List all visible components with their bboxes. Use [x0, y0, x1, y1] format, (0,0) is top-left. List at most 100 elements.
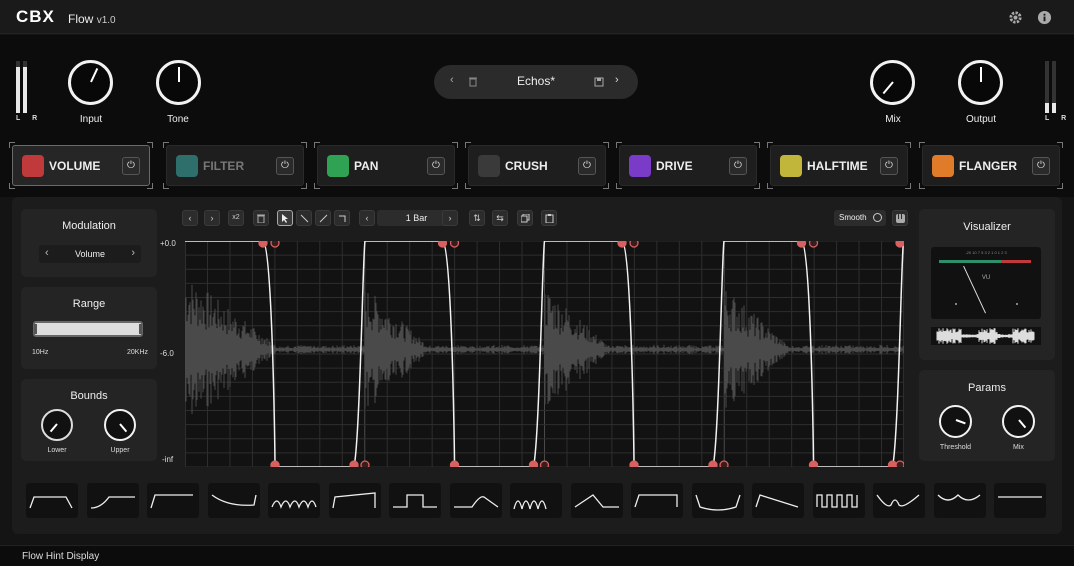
input-knob[interactable] — [68, 60, 113, 105]
select-tool-button[interactable] — [277, 210, 293, 226]
shape-preset-13[interactable] — [752, 483, 804, 518]
envelope-point[interactable] — [708, 460, 718, 467]
modulation-next-button[interactable]: › — [131, 247, 135, 259]
tone-knob-label: Tone — [167, 114, 189, 125]
shape-preset-16[interactable] — [933, 483, 986, 518]
multiply-button[interactable]: x2 — [228, 210, 244, 226]
params-mix-knob[interactable] — [1002, 405, 1035, 438]
shuffle-button[interactable]: ⇆ — [492, 210, 508, 226]
copy-button[interactable] — [517, 210, 533, 226]
length-prev-button[interactable]: ‹ — [359, 210, 375, 226]
shape-preset-5[interactable] — [268, 483, 320, 518]
envelope-point[interactable] — [617, 241, 627, 248]
power-icon[interactable]: ⏻ — [729, 157, 747, 175]
envelope-point[interactable] — [349, 460, 359, 467]
shape-preset-17[interactable] — [994, 483, 1046, 518]
app-version: v1.0 — [96, 15, 116, 26]
lower-bound-knob[interactable] — [41, 409, 73, 441]
modulation-target-selector[interactable]: ‹ Volume › — [39, 245, 141, 263]
upper-bound-label: Upper — [110, 447, 130, 454]
gear-icon[interactable] — [1008, 10, 1023, 25]
title-bar: CBX Flow v1.0 — [0, 0, 1074, 34]
shape-preset-9[interactable] — [510, 483, 562, 518]
step-tool-button[interactable] — [334, 210, 350, 226]
envelope-point[interactable] — [629, 460, 639, 467]
range-max-handle[interactable] — [139, 324, 142, 334]
pan-icon — [327, 155, 349, 177]
preset-name[interactable]: Echos* — [434, 74, 638, 88]
smooth-toggle[interactable]: Smooth — [834, 210, 886, 226]
tone-knob[interactable] — [156, 60, 201, 105]
power-icon[interactable]: ⏻ — [578, 157, 596, 175]
envelope-point[interactable] — [437, 241, 448, 248]
smooth-icon — [873, 213, 882, 222]
power-icon[interactable]: ⏻ — [122, 157, 140, 175]
tab-volume[interactable]: VOLUME ⏻ — [9, 142, 153, 189]
envelope-editor[interactable] — [185, 241, 904, 467]
envelope-point[interactable] — [270, 460, 280, 467]
upper-bound-knob[interactable] — [104, 409, 136, 441]
tab-drive[interactable]: DRIVE ⏻ — [616, 142, 760, 189]
envelope-point[interactable] — [808, 241, 819, 248]
envelope-point[interactable] — [270, 241, 280, 248]
power-icon[interactable]: ⏻ — [276, 157, 294, 175]
shape-preset-6[interactable] — [328, 483, 381, 518]
output-meter-left-fill — [1045, 102, 1049, 113]
envelope-point[interactable] — [887, 460, 898, 467]
clear-button[interactable] — [253, 210, 269, 226]
next-preset-button[interactable]: › — [615, 74, 619, 86]
envelope-point[interactable] — [796, 241, 807, 248]
envelope-point[interactable] — [258, 241, 268, 248]
shape-preset-3[interactable] — [147, 483, 199, 518]
mix-knob[interactable] — [870, 60, 915, 105]
shape-preset-4[interactable] — [207, 483, 260, 518]
tab-label: FILTER — [203, 159, 245, 173]
envelope-point[interactable] — [528, 460, 539, 467]
tab-halftime[interactable]: HALFTIME ⏻ — [767, 142, 911, 189]
preset-selector: ‹ Echos* › — [434, 65, 638, 99]
next-button[interactable]: › — [204, 210, 220, 226]
shape-preset-7[interactable] — [389, 483, 441, 518]
waveform-preview — [931, 327, 1041, 345]
shape-preset-10[interactable] — [570, 483, 623, 518]
threshold-knob[interactable] — [939, 405, 972, 438]
tab-filter[interactable]: FILTER ⏻ — [163, 142, 307, 189]
ramp-tool-button[interactable] — [315, 210, 331, 226]
tab-label: PAN — [354, 159, 379, 173]
lower-bound-label: Lower — [47, 447, 67, 454]
paste-button[interactable] — [541, 210, 557, 226]
save-icon[interactable] — [594, 77, 604, 87]
tab-crush[interactable]: CRUSH ⏻ — [465, 142, 609, 189]
midi-button[interactable] — [892, 210, 908, 226]
shape-preset-8[interactable] — [449, 483, 502, 518]
power-icon[interactable]: ⏻ — [427, 157, 445, 175]
shape-preset-14[interactable] — [812, 483, 865, 518]
envelope-point[interactable] — [629, 241, 639, 248]
info-icon[interactable] — [1037, 10, 1052, 25]
output-knob[interactable] — [958, 60, 1003, 105]
envelope-point[interactable] — [360, 460, 370, 467]
tab-flanger[interactable]: FLANGER ⏻ — [919, 142, 1063, 189]
envelope-point[interactable] — [449, 241, 460, 248]
power-icon[interactable]: ⏻ — [1032, 157, 1050, 175]
envelope-point[interactable] — [449, 460, 460, 467]
tab-pan[interactable]: PAN ⏻ — [314, 142, 458, 189]
envelope-point[interactable] — [539, 460, 550, 467]
line-tool-button[interactable] — [296, 210, 312, 226]
range-slider[interactable] — [33, 321, 143, 337]
envelope-point[interactable] — [719, 460, 729, 467]
prev-button[interactable]: ‹ — [182, 210, 198, 226]
range-min-handle[interactable] — [34, 324, 37, 334]
input-meter-right-fill — [23, 67, 27, 113]
length-next-button[interactable]: › — [442, 210, 458, 226]
shape-preset-11[interactable] — [631, 483, 683, 518]
shape-preset-15[interactable] — [873, 483, 925, 518]
envelope-point[interactable] — [895, 460, 904, 467]
envelope-point[interactable] — [895, 241, 904, 248]
flip-vertical-button[interactable]: ⇅ — [469, 210, 485, 226]
envelope-point[interactable] — [808, 460, 819, 467]
power-icon[interactable]: ⏻ — [880, 157, 898, 175]
shape-preset-1[interactable] — [26, 483, 78, 518]
shape-preset-12[interactable] — [691, 483, 744, 518]
shape-preset-2[interactable] — [86, 483, 139, 518]
